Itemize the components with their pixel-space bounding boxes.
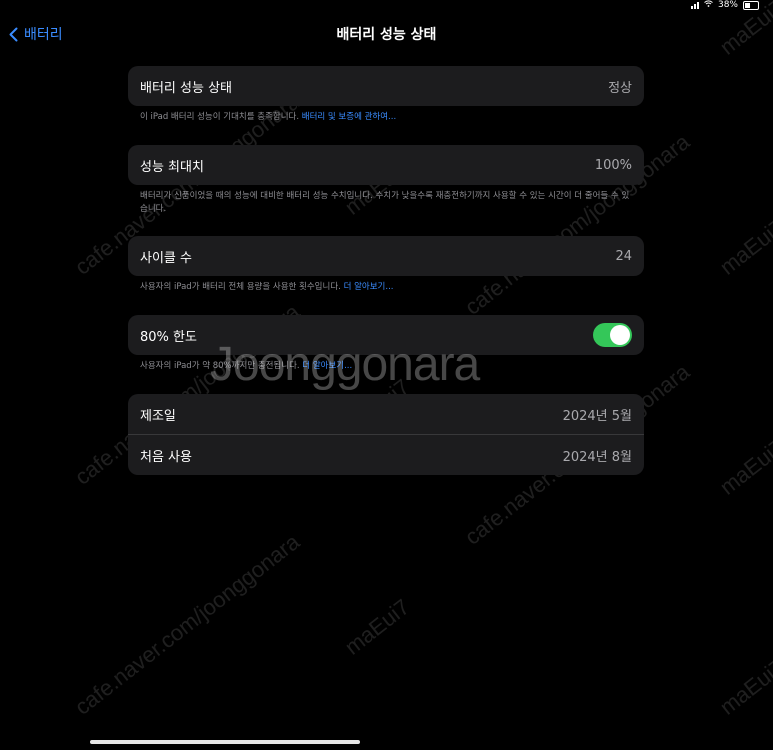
- battery-health-footnote-text: 이 iPad 배터리 성능이 기대치를 충족합니다.: [140, 112, 300, 122]
- cycle-count-learn-more-link[interactable]: 더 알아보기...: [344, 282, 394, 292]
- cycle-count-row: 사이클 수 24: [128, 236, 644, 276]
- max-capacity-footnote: 배터리가 신품이었을 때의 성능에 대비한 배터리 성능 수치입니다. 수치가 …: [140, 191, 630, 214]
- manufacture-date-row: 제조일 2024년 5월: [128, 394, 644, 434]
- navigation-bar: 배터리 배터리 성능 상태: [0, 0, 773, 64]
- charge-limit-group: 80% 한도: [128, 315, 644, 355]
- max-capacity-group: 성능 최대치 100%: [128, 145, 644, 185]
- charge-limit-learn-more-link[interactable]: 더 알아보기...: [302, 361, 352, 371]
- charge-limit-label: 80% 한도: [140, 329, 197, 345]
- max-capacity-row: 성능 최대치 100%: [128, 145, 644, 185]
- first-use-value: 2024년 8월: [562, 449, 632, 465]
- manufacture-date-value: 2024년 5월: [562, 408, 632, 424]
- battery-health-label: 배터리 성능 상태: [140, 80, 232, 96]
- watermark-user: maEui7: [715, 654, 773, 720]
- toggle-knob: [610, 325, 630, 345]
- cycle-count-group: 사이클 수 24: [128, 236, 644, 276]
- cycle-count-value: 24: [615, 248, 632, 264]
- battery-health-row: 배터리 성능 상태 정상: [128, 66, 644, 106]
- battery-health-value: 정상: [608, 80, 632, 96]
- charge-limit-footnote: 사용자의 iPad가 약 80%까지만 충전됩니다. 더 알아보기...: [140, 360, 634, 373]
- watermark-user: maEui7: [340, 594, 415, 660]
- cycle-count-footnote: 사용자의 iPad가 배터리 전체 용량을 사용한 횟수입니다. 더 알아보기.…: [140, 281, 634, 294]
- cycle-count-label: 사이클 수: [140, 250, 192, 266]
- charge-limit-toggle[interactable]: [593, 323, 632, 347]
- max-capacity-value: 100%: [594, 157, 632, 173]
- watermark-url: cafe.naver.com/joonggonara: [70, 529, 305, 720]
- cycle-count-footnote-text: 사용자의 iPad가 배터리 전체 용량을 사용한 횟수입니다.: [140, 282, 341, 292]
- max-capacity-label: 성능 최대치: [140, 159, 204, 175]
- charge-limit-footnote-text: 사용자의 iPad가 약 80%까지만 충전됩니다.: [140, 361, 300, 371]
- battery-health-footnote: 이 iPad 배터리 성능이 기대치를 충족합니다. 배터리 및 보증에 관하여…: [140, 111, 634, 124]
- page-title: 배터리 성능 상태: [336, 27, 437, 43]
- watermark-user: maEui7: [715, 434, 773, 500]
- home-indicator[interactable]: [90, 740, 360, 744]
- first-use-label: 처음 사용: [140, 449, 192, 465]
- watermark-user: maEui7: [715, 214, 773, 280]
- first-use-row: 처음 사용 2024년 8월: [128, 434, 644, 475]
- dates-group: 제조일 2024년 5월 처음 사용 2024년 8월: [128, 394, 644, 475]
- manufacture-date-label: 제조일: [140, 408, 176, 424]
- battery-warranty-link[interactable]: 배터리 및 보증에 관하여...: [302, 112, 396, 122]
- charge-limit-row: 80% 한도: [128, 315, 644, 355]
- battery-health-group: 배터리 성능 상태 정상: [128, 66, 644, 106]
